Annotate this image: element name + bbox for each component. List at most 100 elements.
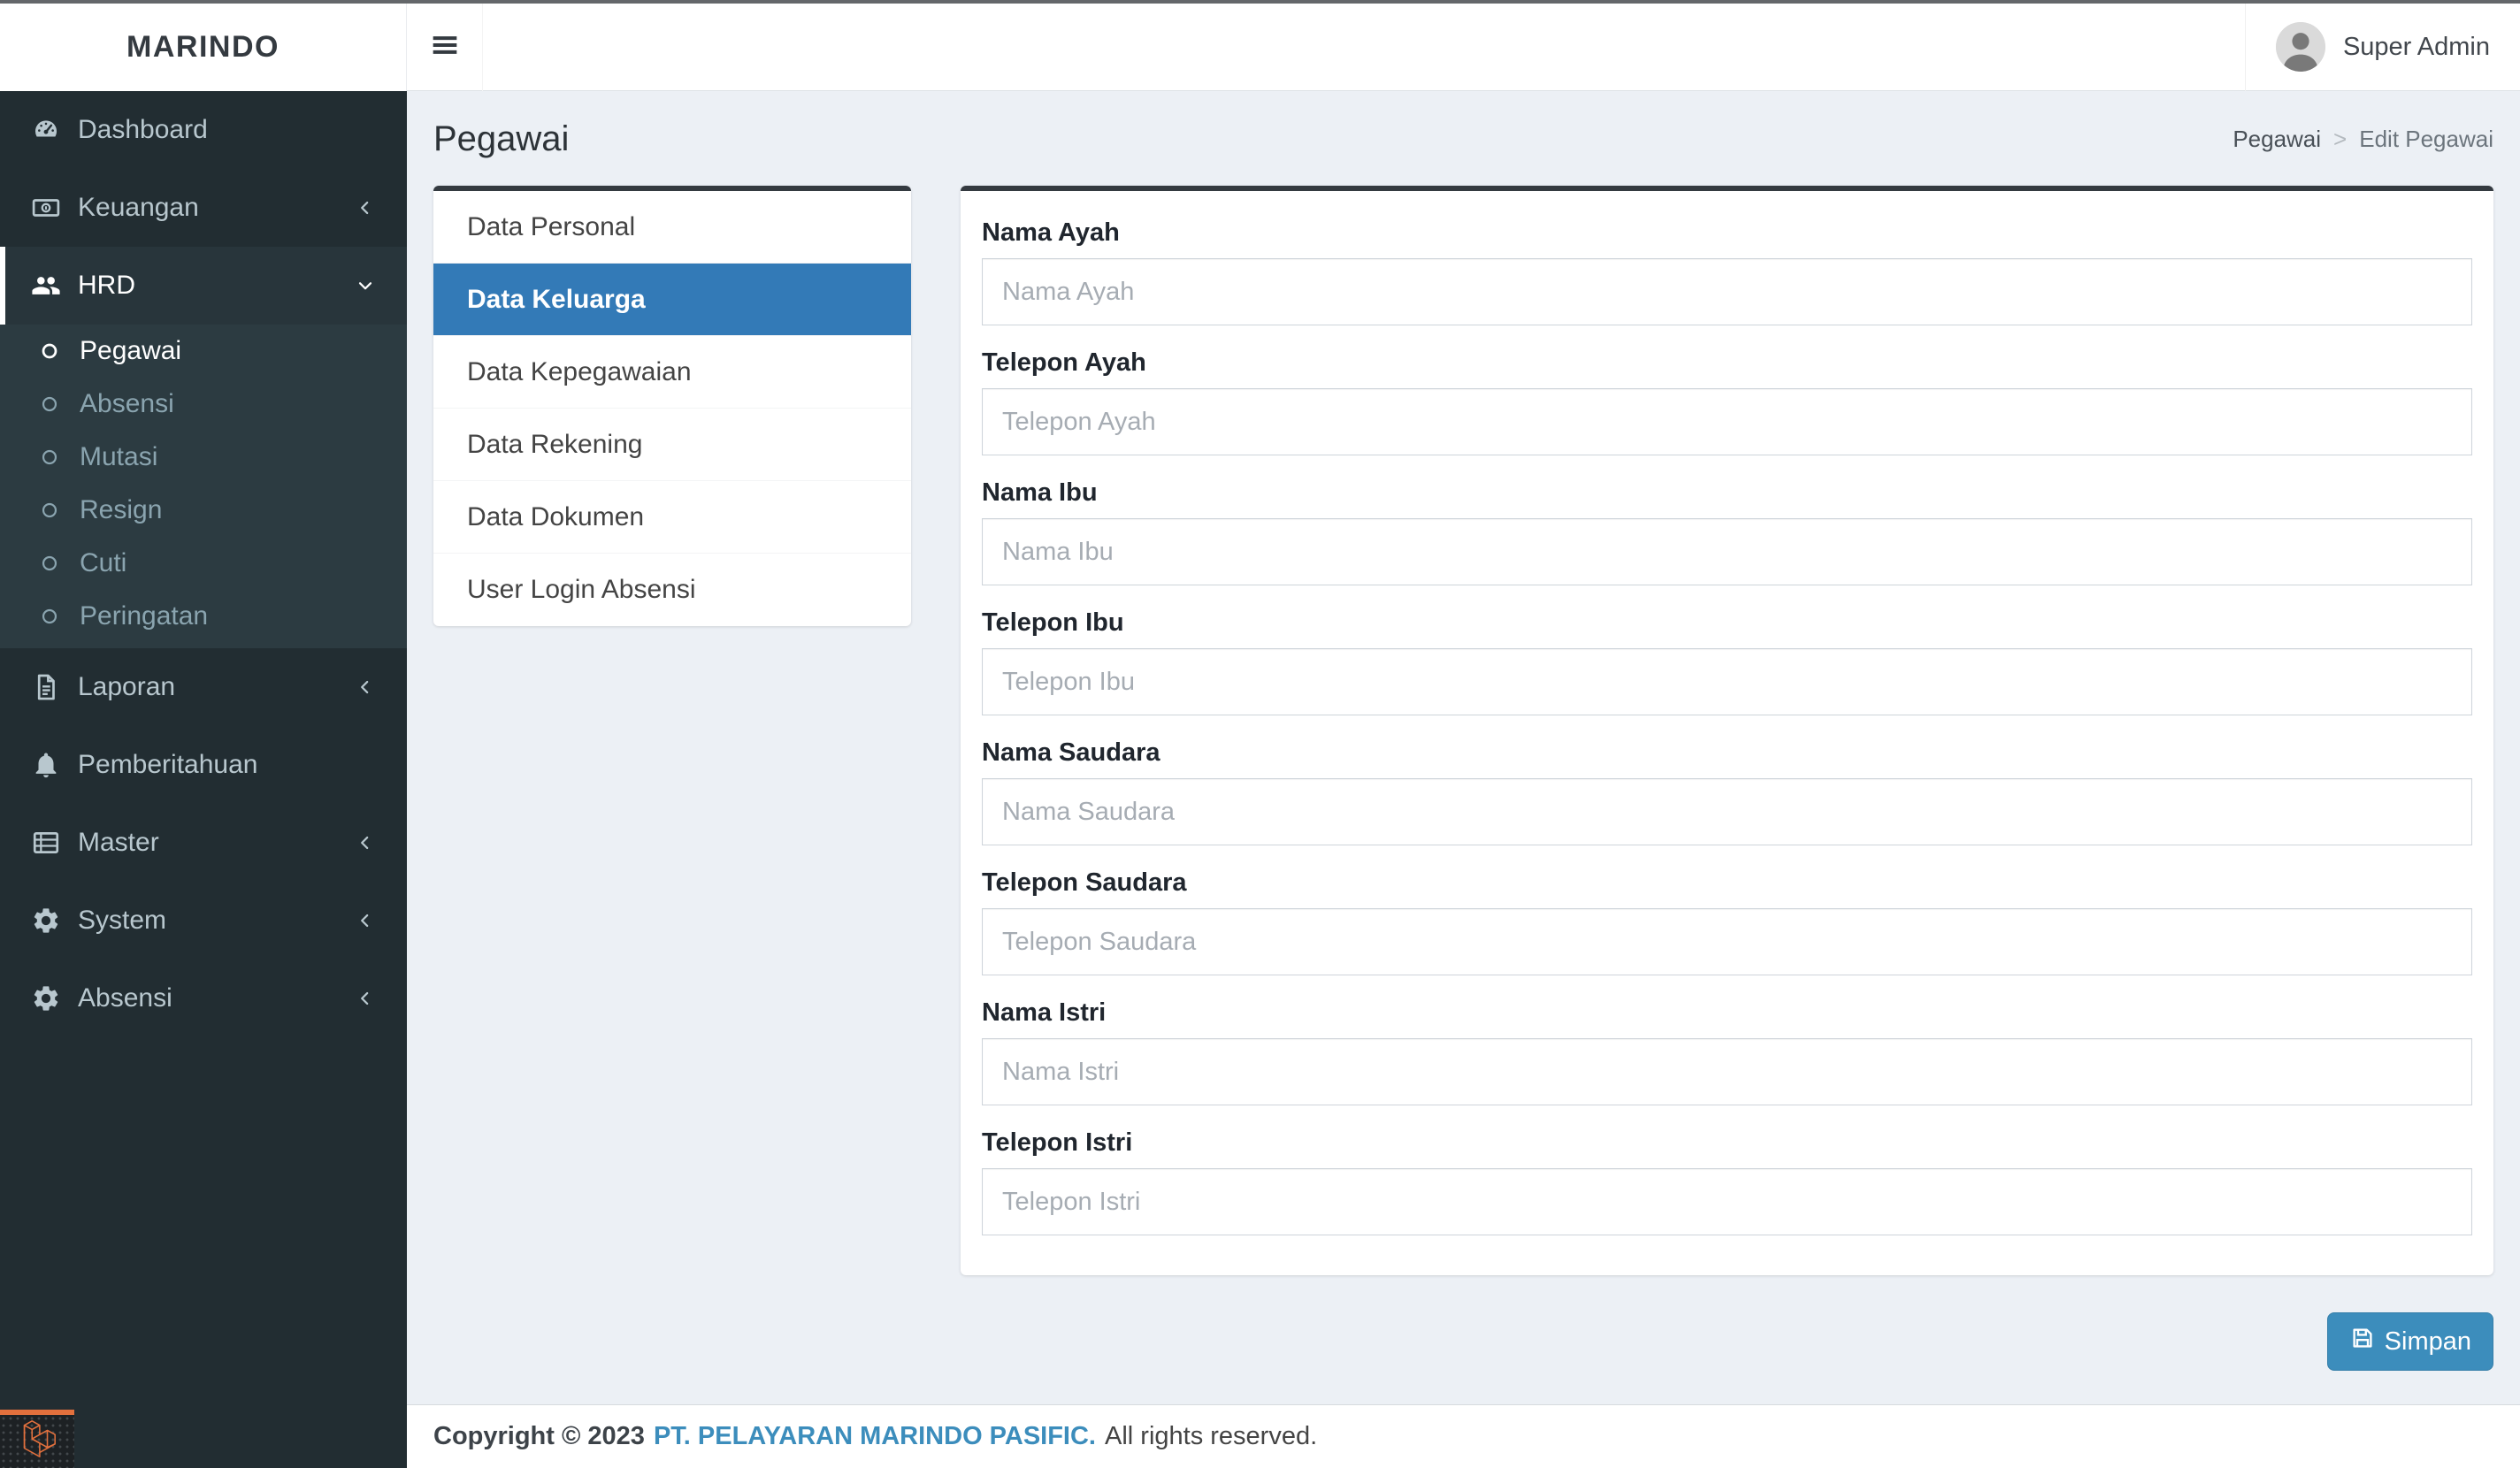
- circle-icon: [39, 553, 60, 574]
- tab-label: Data Personal: [467, 211, 636, 241]
- sidebar-item-system[interactable]: System: [0, 882, 407, 960]
- sidebar-item-keuangan[interactable]: Keuangan: [0, 169, 407, 247]
- chevron-left-icon: [354, 831, 377, 854]
- nama-saudara-input[interactable]: [982, 778, 2472, 845]
- circle-icon: [39, 340, 60, 362]
- tab-user-login-absensi[interactable]: User Login Absensi: [433, 554, 911, 626]
- footer-rights: All rights reserved.: [1105, 1422, 1318, 1450]
- laravel-logo-icon: [15, 1418, 59, 1466]
- nama-ibu-input[interactable]: [982, 518, 2472, 585]
- employee-tabs-card: Data Personal Data Keluarga Data Kepegaw…: [433, 186, 911, 626]
- field-label: Telepon Istri: [982, 1128, 1133, 1157]
- brand-logo[interactable]: MARINDO: [0, 4, 407, 91]
- gear-icon: [30, 905, 62, 937]
- company-link[interactable]: PT. PELAYARAN MARINDO PASIFIC.: [654, 1422, 1096, 1451]
- user-name: Super Admin: [2342, 32, 2490, 61]
- field-label: Telepon Saudara: [982, 868, 1187, 897]
- tab-label: Data Rekening: [467, 429, 643, 459]
- app-wrapper: MARINDO Dashboard Keuangan HRD Pegawai A…: [0, 3, 2520, 1468]
- telepon-saudara-input[interactable]: [982, 908, 2472, 975]
- tab-label: User Login Absensi: [467, 575, 696, 604]
- field-label: Telepon Ibu: [982, 608, 1124, 637]
- sidebar-subitem-label: Resign: [80, 495, 163, 524]
- sidebar-item-master[interactable]: Master: [0, 804, 407, 882]
- user-menu[interactable]: Super Admin: [2244, 3, 2520, 91]
- sidebar-item-pemberitahuan[interactable]: Pemberitahuan: [0, 726, 407, 804]
- sidebar-toggle-button[interactable]: [407, 3, 483, 91]
- sidebar-subitem-resign[interactable]: Resign: [0, 484, 407, 537]
- nama-istri-input[interactable]: [982, 1038, 2472, 1105]
- simpan-button-label: Simpan: [2384, 1327, 2471, 1356]
- sidebar-item-label: Dashboard: [78, 115, 208, 144]
- sidebar-item-label: HRD: [78, 271, 135, 300]
- form-group-telepon-ayah: Telepon Ayah: [982, 348, 2472, 455]
- circle-icon: [39, 447, 60, 468]
- sidebar-subitem-pegawai[interactable]: Pegawai: [0, 325, 407, 378]
- form-group-nama-saudara: Nama Saudara: [982, 738, 2472, 845]
- form-group-telepon-saudara: Telepon Saudara: [982, 868, 2472, 975]
- breadcrumb: Pegawai > Edit Pegawai: [2233, 126, 2493, 153]
- content: Pegawai Pegawai > Edit Pegawai Data Pers…: [407, 91, 2520, 1404]
- tab-data-kepegawaian[interactable]: Data Kepegawaian: [433, 336, 911, 409]
- footer-copyright: Copyright © 2023: [433, 1422, 645, 1450]
- chevron-down-icon: [354, 274, 377, 297]
- tab-label: Data Kepegawaian: [467, 356, 692, 386]
- sidebar-subitem-cuti[interactable]: Cuti: [0, 537, 407, 590]
- main-area: Super Admin Pegawai Pegawai > Edit Pegaw…: [407, 3, 2520, 1468]
- page-title: Pegawai: [433, 119, 570, 158]
- field-label: Nama Ibu: [982, 478, 1098, 507]
- tab-data-personal[interactable]: Data Personal: [433, 191, 911, 264]
- field-label: Nama Ayah: [982, 218, 1120, 247]
- brand-logo-text: MARINDO: [126, 30, 280, 64]
- sidebar-item-hrd[interactable]: HRD: [0, 247, 407, 325]
- sidebar-item-label: Pemberitahuan: [78, 750, 258, 779]
- sidebar-subitem-label: Cuti: [80, 548, 127, 577]
- users-icon: [30, 270, 62, 302]
- tab-data-dokumen[interactable]: Data Dokumen: [433, 481, 911, 554]
- money-bill-icon: [30, 192, 62, 224]
- tab-data-rekening[interactable]: Data Rekening: [433, 409, 911, 481]
- circle-icon: [39, 394, 60, 415]
- list-icon: [30, 827, 62, 859]
- top-navbar: Super Admin: [407, 3, 2520, 91]
- chevron-left-icon: [354, 909, 377, 932]
- tab-label: Data Keluarga: [467, 284, 646, 314]
- sidebar-hrd-submenu: Pegawai Absensi Mutasi Resign Cuti Perin…: [0, 325, 407, 648]
- sidebar-item-label: Laporan: [78, 672, 176, 701]
- breadcrumb-current: Edit Pegawai: [2359, 126, 2493, 152]
- form-group-nama-ayah: Nama Ayah: [982, 218, 2472, 325]
- footer: Copyright © 2023 PT. PELAYARAN MARINDO P…: [407, 1404, 2520, 1468]
- breadcrumb-parent-link[interactable]: Pegawai: [2233, 126, 2321, 153]
- sidebar-subitem-label: Mutasi: [80, 442, 158, 471]
- sidebar-item-dashboard[interactable]: Dashboard: [0, 91, 407, 169]
- field-label: Nama Istri: [982, 998, 1107, 1027]
- telepon-ibu-input[interactable]: [982, 648, 2472, 715]
- family-data-form-card: Nama Ayah Telepon Ayah Nama Ibu Telepon …: [961, 186, 2493, 1275]
- form-group-nama-istri: Nama Istri: [982, 998, 2472, 1105]
- sidebar-item-label: Master: [78, 828, 159, 857]
- sidebar-item-absensi[interactable]: Absensi: [0, 960, 407, 1037]
- telepon-ayah-input[interactable]: [982, 388, 2472, 455]
- sidebar-subitem-absensi[interactable]: Absensi: [0, 378, 407, 431]
- simpan-button[interactable]: Simpan: [2326, 1312, 2493, 1371]
- tab-data-keluarga[interactable]: Data Keluarga: [433, 264, 911, 336]
- sidebar-subitem-label: Pegawai: [80, 336, 182, 365]
- bell-icon: [30, 749, 62, 781]
- sidebar-subitem-label: Absensi: [80, 389, 174, 418]
- sidebar-item-laporan[interactable]: Laporan: [0, 648, 407, 726]
- sidebar-subitem-peringatan[interactable]: Peringatan: [0, 590, 407, 643]
- tachometer-icon: [30, 114, 62, 146]
- sidebar-subitem-mutasi[interactable]: Mutasi: [0, 431, 407, 484]
- sidebar-item-label: Keuangan: [78, 193, 199, 222]
- laravel-debugbar-toggle[interactable]: [0, 1410, 74, 1468]
- field-label: Telepon Ayah: [982, 348, 1146, 377]
- sidebar: MARINDO Dashboard Keuangan HRD Pegawai A…: [0, 4, 407, 1468]
- sidebar-menu: Dashboard Keuangan HRD Pegawai Absensi M…: [0, 91, 407, 1037]
- save-icon: [2349, 1325, 2376, 1358]
- breadcrumb-separator: >: [2333, 126, 2348, 152]
- chevron-left-icon: [354, 196, 377, 219]
- tab-label: Data Dokumen: [467, 501, 645, 531]
- avatar: [2275, 22, 2325, 72]
- telepon-istri-input[interactable]: [982, 1168, 2472, 1235]
- nama-ayah-input[interactable]: [982, 258, 2472, 325]
